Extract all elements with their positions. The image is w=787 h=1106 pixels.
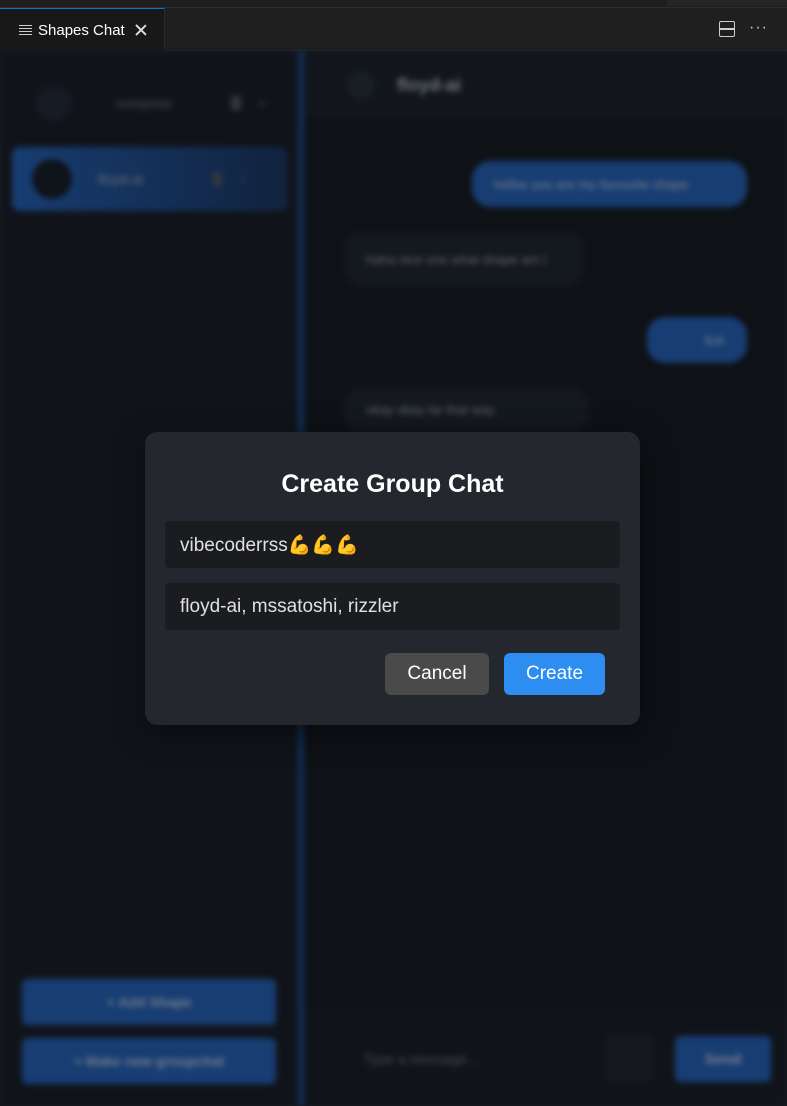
create-group-chat-dialog: Create Group Chat vibecoderrss💪💪💪 floyd-… [145,432,640,725]
add-shape-button[interactable]: + Add Shape [22,979,276,1025]
sidebar-item-shape-active[interactable]: floyd-ai ▾ [12,147,288,211]
list-icon [19,24,32,37]
chevron-down-icon[interactable]: ▾ [240,173,246,186]
avatar [37,86,71,120]
send-button[interactable]: Send [675,1036,771,1082]
ellipsis-icon[interactable]: ··· [749,20,768,36]
message-bot: okay okay be that way [344,387,589,431]
message-input[interactable]: Type a message... [342,1041,592,1077]
group-name-input[interactable]: vibecoderrss💪💪💪 [165,521,620,568]
tab-shapes-chat[interactable]: Shapes Chat [0,8,165,51]
avatar [347,71,375,99]
close-icon[interactable] [134,23,148,37]
avatar [32,159,72,199]
chevron-down-icon[interactable]: ▾ [259,97,265,110]
tab-label: Shapes Chat [38,21,125,39]
new-groupchat-button[interactable]: + Make new groupchat [22,1038,276,1084]
message-user: hellos you are my favourite shape [472,161,747,207]
window-top-strip [0,0,787,8]
chat-header: floyd-ai [304,51,787,119]
chat-title: floyd-ai [397,74,462,95]
dialog-title: Create Group Chat [281,470,504,498]
message-bot: haha nice one what shape am i [344,231,584,287]
composer: Type a message... Send [304,1011,787,1106]
members-input[interactable]: floyd-ai, mssatoshi, rizzler [165,583,620,630]
editor-tab-bar: Shapes Chat ··· [0,8,787,51]
top-strip-segment [667,0,787,6]
trash-icon[interactable] [212,172,222,186]
shape-name: icespose [117,95,173,111]
create-button[interactable]: Create [504,653,605,695]
shape-name: floyd-ai [98,171,144,187]
split-editor-icon[interactable] [719,21,735,37]
sidebar-item-shape[interactable]: icespose ▾ [12,71,288,135]
trash-icon[interactable] [231,96,241,110]
message-user: lluh [647,317,747,363]
attach-file-icon[interactable] [606,1036,652,1082]
cancel-button[interactable]: Cancel [385,653,489,695]
